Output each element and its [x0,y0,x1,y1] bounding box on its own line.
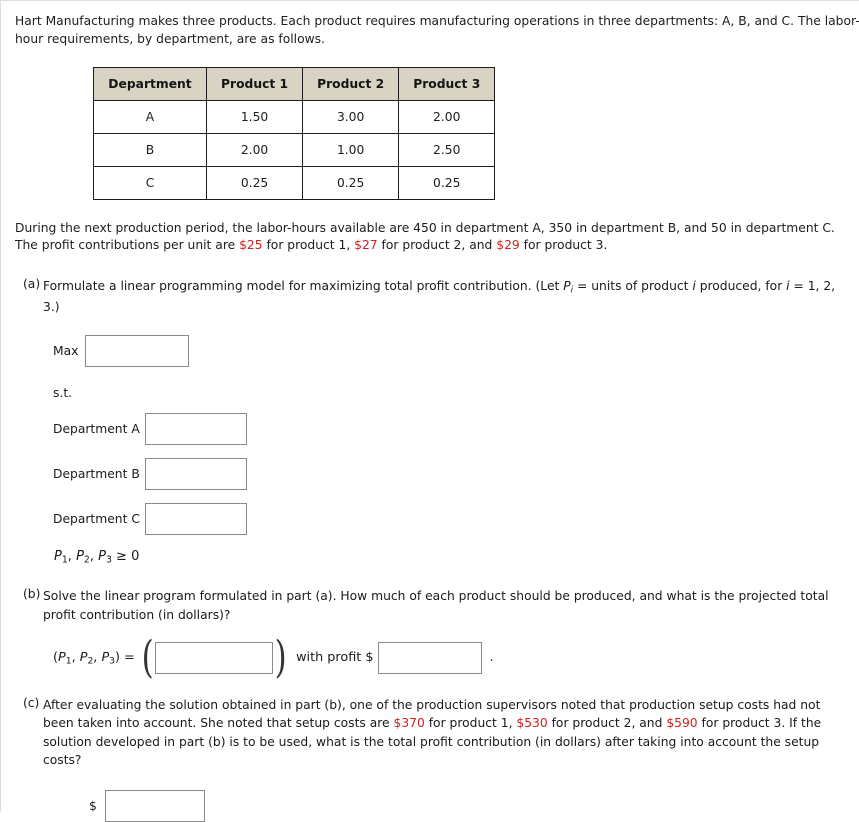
tuple-paren-close: ) [115,649,121,665]
part-a-question-text: Formulate a linear programming model for… [43,277,855,316]
cell-department: C [93,165,207,200]
availability-paragraph: During the next production period, the l… [15,220,855,256]
cell-product-2: 0.25 [302,165,400,200]
intro-paragraph: Hart Manufacturing makes three products.… [15,14,859,46]
column-header-product-2: Product 2 [302,66,400,101]
cell-department: B [93,132,207,167]
question-part-a: (a) Formulate a linear programming model… [15,277,855,565]
profit-value-product-1: $25 [239,238,263,253]
availability-text-mid-1: for product 1, [262,238,355,253]
cell-product-1: 2.00 [205,132,304,167]
part-b-answer-row: (P1, P2, P3) = ( ) with profit $ . [53,631,494,683]
column-header-product-3: Product 3 [398,66,496,101]
nonneg-sep-2: , [89,548,99,564]
nonnegativity-constraint: P1, P2, P3 ≥ 0 [54,548,140,566]
constraint-input-department-c[interactable] [144,502,247,535]
column-header-product-1: Product 1 [205,66,304,101]
part-c-text-mid-2: for product 2, and [547,716,667,731]
cell-product-1: 1.50 [205,99,304,134]
max-objective-row: Max [53,334,855,367]
part-a-var-P: P [563,279,571,294]
cell-product-2: 1.00 [302,132,400,167]
part-b-tuple-input[interactable] [154,641,273,674]
setup-cost-product-1: $370 [393,716,425,731]
table-header-row: Department Product 1 Product 2 Product 3 [93,66,496,101]
table-row: C 0.25 0.25 0.25 [93,165,496,200]
question-part-b: (b) Solve the linear program formulated … [15,587,855,683]
constraint-label-department-a: Department A [53,421,140,436]
part-b-period: . [489,650,494,666]
part-b-question-text: Solve the linear program formulated in p… [43,589,829,622]
cell-product-3: 0.25 [398,165,496,200]
profit-value-product-3: $29 [496,238,520,253]
availability-text-tail: for product 3. [519,238,608,253]
cell-department: A [93,99,207,134]
tuple-P1: P [58,649,66,665]
part-b-profit-input[interactable] [377,641,482,674]
labor-hours-table: Department Product 1 Product 2 Product 3… [93,66,496,200]
part-a-text-3: produced, for [695,279,787,294]
max-objective-input[interactable] [85,334,190,367]
part-c-answer-row: $ [89,789,843,822]
constraint-row-department-b: Department B [53,457,855,490]
with-profit-label: with profit $ [296,650,374,666]
constraint-input-department-b[interactable] [144,457,247,490]
nonneg-P2: P [76,548,84,564]
cell-product-3: 2.50 [398,132,496,167]
availability-text-mid-2: for product 2, and [377,238,497,253]
equals-sign: = [124,650,135,666]
cell-product-1: 0.25 [205,165,304,200]
part-b-label: (b) [23,587,41,602]
nonneg-P3: P [98,548,106,564]
constraint-label-department-b: Department B [53,466,140,481]
constraint-label-department-c: Department C [53,511,140,526]
tuple-expression: (P1, P2, P3) [53,649,121,667]
part-a-text-1: Formulate a linear programming model for… [43,279,564,294]
part-a-label: (a) [23,277,41,292]
profit-value-product-2: $27 [354,238,378,253]
nonneg-tail: ≥ 0 [111,548,140,564]
column-header-department: Department [93,66,207,101]
part-c-text-mid-1: for product 1, [424,716,517,731]
constraint-row-department-a: Department A [53,412,855,445]
nonneg-P1: P [54,548,62,564]
cell-product-3: 2.00 [398,99,496,134]
dollar-sign: $ [89,798,97,813]
constraint-row-department-c: Department C [53,502,855,535]
part-c-answer-input[interactable] [104,789,205,822]
nonneg-sep-1: , [67,548,77,564]
table-row: A 1.50 3.00 2.00 [93,99,496,134]
setup-cost-product-2: $530 [516,716,548,731]
part-c-label: (c) [23,695,40,710]
setup-cost-product-3: $590 [666,716,698,731]
worksheet-page: Hart Manufacturing makes three products.… [0,0,859,822]
cell-product-2: 3.00 [302,99,400,134]
table-row: B 2.00 1.00 2.50 [93,132,496,167]
subject-to-label: s.t. [53,385,73,400]
max-label: Max [53,343,79,358]
part-c-question-text: After evaluating the solution obtained i… [43,696,843,770]
question-part-c: (c) After evaluating the solution obtain… [15,696,855,822]
tuple-P3: P [101,649,110,665]
tuple-sep-1: , [71,649,80,665]
constraint-input-department-a[interactable] [144,412,247,445]
labor-hours-table-wrapper: Department Product 1 Product 2 Product 3… [93,66,855,200]
part-a-text-2: = units of product [573,279,693,294]
